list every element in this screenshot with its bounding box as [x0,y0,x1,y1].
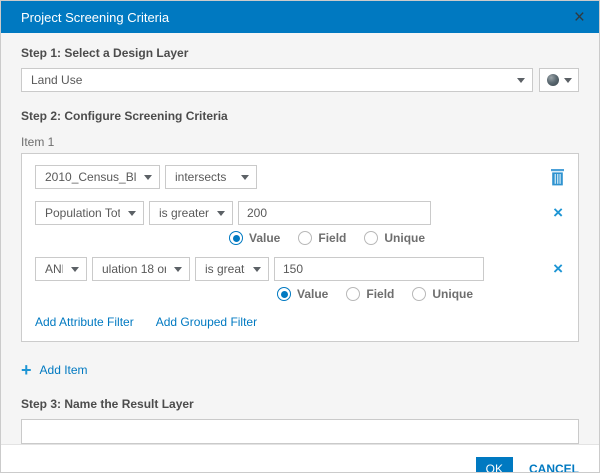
step2-label: Step 2: Configure Screening Criteria [21,109,579,123]
chevron-down-icon [253,267,261,272]
filter2-mode-value[interactable]: Value [277,287,328,301]
filter2-conjunction-value: AND [45,262,63,276]
add-grouped-filter-link[interactable]: Add Grouped Filter [156,315,257,329]
filter2-value-input[interactable] [274,257,484,281]
step1-label: Step 1: Select a Design Layer [21,46,579,60]
filter1-mode-radios: Value Field Unique [35,231,565,245]
spatial-criteria-row: 2010_Census_Blocks intersects [35,165,565,189]
filter2-field-select[interactable]: ulation 18 or greater [92,257,190,281]
filter2-mode-unique[interactable]: Unique [412,287,473,301]
radio-icon [298,231,312,245]
filter2-operator-value: is greater than [205,262,245,276]
filter1-field-select[interactable]: Population Total [35,201,144,225]
layer-source-button[interactable] [539,68,579,92]
chevron-down-icon [174,267,182,272]
chevron-down-icon [517,78,525,83]
radio-selected-icon [277,287,291,301]
chevron-down-icon [128,211,136,216]
chevron-down-icon [241,175,249,180]
add-item-button[interactable]: + Add Item [21,362,579,378]
dialog-body: Step 1: Select a Design Layer Land Use S… [1,33,599,444]
spatial-operator-value: intersects [175,170,233,184]
chevron-down-icon [564,78,572,83]
globe-icon [547,74,559,86]
criteria-layer-select-value: 2010_Census_Blocks [45,170,136,184]
delete-item-button[interactable] [550,169,565,186]
attribute-filter-row-2: AND ulation 18 or greater is greater tha… [35,257,565,281]
plus-icon: + [21,362,32,378]
add-item-label: Add Item [40,363,88,377]
ok-button[interactable]: OK [476,457,513,473]
filter1-mode-unique[interactable]: Unique [364,231,425,245]
close-icon[interactable]: × [574,8,585,27]
filter2-conjunction-select[interactable]: AND [35,257,87,281]
design-layer-select-value: Land Use [31,73,509,87]
chevron-down-icon [217,211,225,216]
filter2-operator-select[interactable]: is greater than [195,257,269,281]
result-layer-name-input[interactable] [21,419,579,444]
radio-label: Unique [384,231,425,245]
radio-label: Unique [432,287,473,301]
design-layer-row: Land Use [21,68,579,92]
dialog-footer: OK CANCEL [1,444,599,473]
radio-icon [364,231,378,245]
filter2-mode-radios: Value Field Unique [35,287,565,301]
filter1-operator-value: is greater than [159,206,209,220]
filter1-value-input[interactable] [238,201,431,225]
chevron-down-icon [71,267,79,272]
filter1-mode-field[interactable]: Field [298,231,346,245]
filter2-field-value: ulation 18 or greater [102,262,166,276]
remove-filter1-icon[interactable]: × [551,205,565,221]
cancel-button[interactable]: CANCEL [529,462,579,473]
design-layer-select[interactable]: Land Use [21,68,533,92]
dialog-title: Project Screening Criteria [21,10,574,25]
attribute-filter-row-1: Population Total is greater than × [35,201,565,225]
step3-label: Step 3: Name the Result Layer [21,397,579,411]
radio-selected-icon [229,231,243,245]
dialog-header: Project Screening Criteria × [1,1,599,33]
filter2-mode-field[interactable]: Field [346,287,394,301]
remove-filter2-icon[interactable]: × [551,261,565,277]
filter1-mode-value[interactable]: Value [229,231,280,245]
radio-label: Value [297,287,328,301]
radio-icon [412,287,426,301]
filter1-field-value: Population Total [45,206,120,220]
item-1-label: Item 1 [21,135,579,149]
chevron-down-icon [144,175,152,180]
criteria-item-panel: 2010_Census_Blocks intersects [21,153,579,342]
radio-icon [346,287,360,301]
project-screening-criteria-dialog: Project Screening Criteria × Step 1: Sel… [0,0,600,473]
filter1-operator-select[interactable]: is greater than [149,201,233,225]
radio-label: Value [249,231,280,245]
add-filter-links: Add Attribute Filter Add Grouped Filter [35,315,565,329]
add-attribute-filter-link[interactable]: Add Attribute Filter [35,315,134,329]
criteria-layer-select[interactable]: 2010_Census_Blocks [35,165,160,189]
trash-icon [550,169,565,186]
radio-label: Field [366,287,394,301]
spatial-operator-select[interactable]: intersects [165,165,257,189]
radio-label: Field [318,231,346,245]
